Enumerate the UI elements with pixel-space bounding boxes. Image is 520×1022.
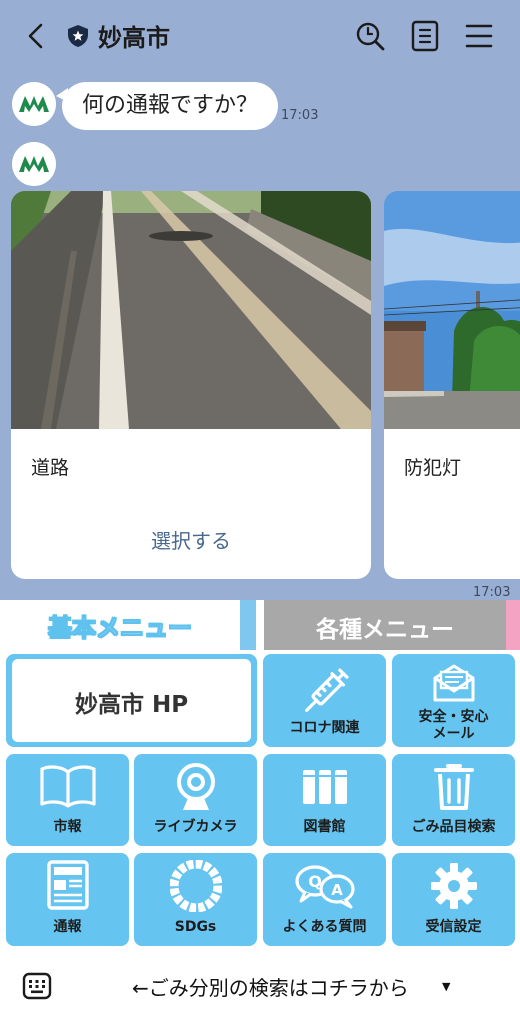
qa-bubbles-icon: Q A [294,865,355,909]
chat-title: 妙高市 [98,24,170,52]
safety-mail-label: 安全・安心 メール [418,709,489,742]
message-bubble: 何の通報ですか？ [62,82,279,130]
live-camera-label: ライブカメラ [153,819,238,835]
carousel-card-road[interactable]: 道路 選択する [11,191,371,579]
report-button[interactable]: 通報 [6,853,129,946]
library-button[interactable]: 図書館 [263,754,386,846]
road-photo [11,191,371,429]
syringe-icon [304,668,349,712]
homepage-button[interactable]: 妙高市 HP [6,654,257,747]
city-bulletin-label: 市報 [53,819,82,835]
faq-label: よくある質問 [282,919,367,935]
chat-area: 妙高市 何の通報ですか？ 17:03 道路 選択する 防犯灯 17:03 [0,0,520,600]
trash-icon [433,764,474,810]
card-title: 道路 [31,457,70,479]
rich-menu-tabs: 基本メニュー 各種メニュー [0,600,520,650]
safety-mail-button[interactable]: 安全・安心 メール [392,654,515,747]
official-shield-icon [68,25,88,47]
mail-icon [433,664,474,702]
carousel-time: 17:03 [473,585,511,600]
tab-basic-accent [240,600,256,650]
webcam-icon [176,763,215,810]
notes-icon[interactable] [410,20,440,52]
message-time: 17:03 [281,108,319,123]
garbage-search-label: ごみ品目検索 [411,819,496,835]
covid-button[interactable]: コロナ関連 [263,654,386,747]
notification-settings-button[interactable]: 受信設定 [392,853,515,946]
tab-various-menu[interactable]: 各種メニュー [264,600,506,650]
svg-text:A: A [331,881,343,899]
footer-bar: ←ごみ分別の検索はコチラから ▼ [0,950,520,1022]
tab-basic-label: 基本メニュー [48,614,193,643]
myoko-logo-avatar[interactable] [12,82,56,126]
tab-basic-menu[interactable]: 基本メニュー [0,600,240,650]
rich-menu-toggle-label[interactable]: ←ごみ分別の検索はコチラから [132,972,409,1001]
search-icon[interactable] [354,20,386,52]
covid-label: コロナ関連 [289,720,360,736]
carousel-card-security-light[interactable]: 防犯灯 [384,191,520,579]
sdgs-button[interactable]: SDGs [134,853,257,946]
myoko-logo-icon [12,142,56,186]
chat-header: 妙高市 [0,0,520,72]
myoko-logo-icon [12,82,56,126]
book-icon [39,765,96,808]
tab-various-label: 各種メニュー [316,617,454,643]
faq-button[interactable]: Q A よくある質問 [263,853,386,946]
rich-menu-grid: 妙高市 HP コロナ関連 安全・安心 メール 市報 ライブカメラ 図書館 ごみ品… [0,650,520,950]
homepage-button-inner: 妙高市 HP [12,659,251,742]
card-title: 防犯灯 [404,457,462,479]
gear-icon [430,863,477,909]
city-bulletin-button[interactable]: 市報 [6,754,129,846]
select-button[interactable]: 選択する [11,525,371,554]
notification-settings-label: 受信設定 [425,919,482,935]
garbage-search-button[interactable]: ごみ品目検索 [392,754,515,846]
tab-various-accent [506,600,520,650]
sdgs-wheel-icon [169,860,222,912]
caret-down-icon[interactable]: ▼ [442,980,450,993]
svg-text:Q: Q [308,872,322,891]
live-camera-button[interactable]: ライブカメラ [134,754,257,846]
sdgs-label: SDGs [174,919,217,935]
hamburger-menu-icon[interactable] [464,22,494,50]
newspaper-icon [46,860,89,910]
myoko-logo-avatar[interactable] [12,142,56,186]
library-books-icon [302,770,347,804]
library-label: 図書館 [303,819,346,835]
street-photo [384,191,520,429]
homepage-label: 妙高市 HP [74,692,189,718]
keyboard-icon[interactable] [22,972,52,1000]
back-arrow-icon[interactable] [20,20,52,52]
report-label: 通報 [53,919,82,935]
